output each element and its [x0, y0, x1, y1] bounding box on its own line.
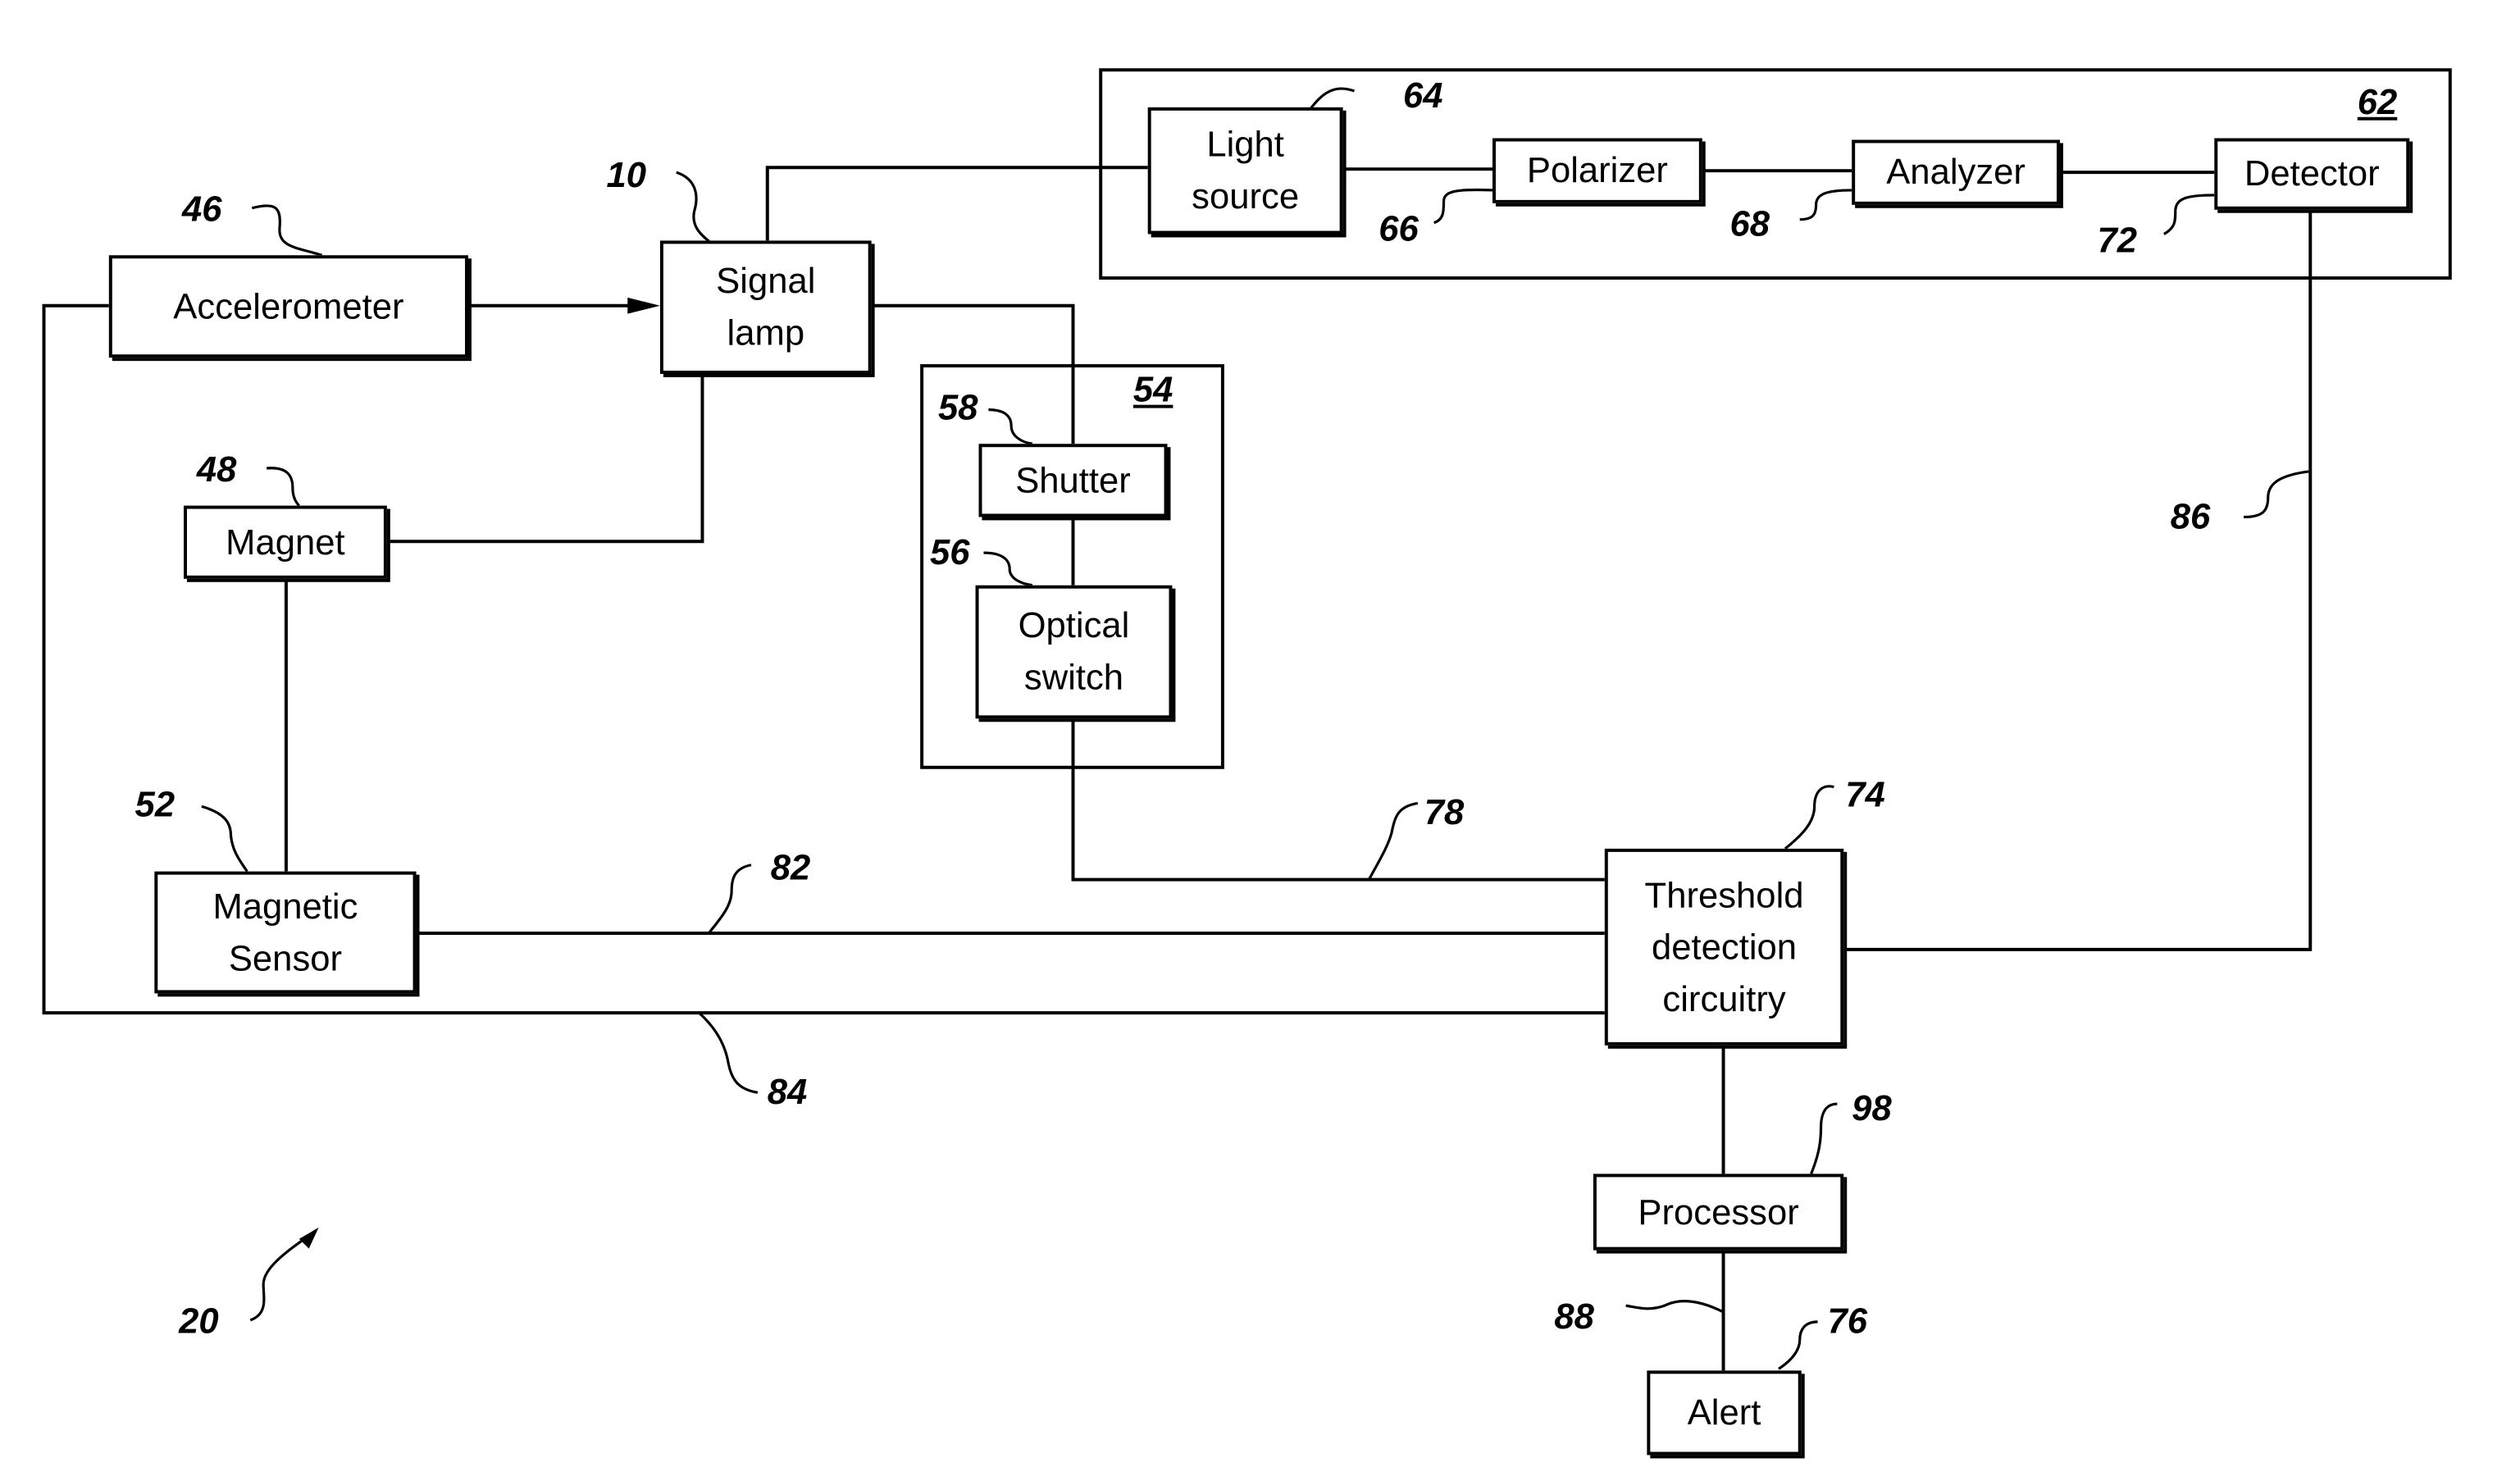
ref-68: 68 [1729, 203, 1770, 244]
leader-58 [988, 408, 1033, 445]
leader-64 [1309, 87, 1356, 110]
leader-82 [708, 864, 752, 934]
ref-74: 74 [1845, 773, 1885, 815]
threshold-line2: detection [1652, 926, 1798, 967]
magnet-block[interactable]: Magnet [184, 505, 387, 579]
leader-88 [1625, 1300, 1725, 1314]
leader-98 [1810, 1102, 1838, 1175]
alert-label: Alert [1687, 1392, 1761, 1433]
light-source-line1: Light [1206, 123, 1284, 165]
analyzer-block[interactable]: Analyzer [1852, 139, 2060, 205]
alert-block[interactable]: Alert [1647, 1370, 1802, 1456]
optical-switch-line1: Optical [1018, 604, 1130, 646]
ref-54: 54 [1132, 369, 1173, 410]
magnetic-sensor-block[interactable]: Magnetic Sensor [154, 871, 417, 994]
figure-number: 20 [179, 1301, 219, 1342]
leader-48 [267, 467, 300, 507]
ref-62: 62 [2357, 81, 2398, 122]
polarizer-label: Polarizer [1526, 149, 1668, 190]
shutter-label: Shutter [1015, 459, 1131, 500]
leader-72 [2163, 194, 2215, 235]
ref-66: 66 [1378, 207, 1419, 249]
ref-46: 46 [182, 188, 222, 230]
ref-48: 48 [196, 449, 237, 490]
leader-84 [698, 1011, 759, 1094]
leader-76 [1778, 1320, 1818, 1370]
detector-label: Detector [2244, 153, 2380, 194]
ref-64: 64 [1402, 75, 1443, 116]
wire-optical-switch-threshold [1071, 718, 1605, 882]
magnetic-sensor-line1: Magnetic [212, 885, 358, 927]
figure-arrow [249, 1234, 310, 1322]
leader-86 [2243, 470, 2309, 519]
wire-detector-threshold [1843, 209, 2313, 951]
leader-56 [983, 551, 1033, 587]
magnetic-sensor-label: Magnetic Sensor [212, 881, 358, 985]
ref-72: 72 [2097, 219, 2138, 261]
ref-88: 88 [1554, 1296, 1594, 1337]
ref-58: 58 [937, 386, 978, 428]
block-diagram: Accelerometer Signal lamp Magnet Magnetic… [0, 0, 2520, 1481]
processor-block[interactable]: Processor [1593, 1173, 1844, 1251]
shutter-block[interactable]: Shutter [978, 444, 1168, 517]
ref-84: 84 [767, 1071, 808, 1113]
analyzer-label: Analyzer [1886, 151, 2026, 192]
accelerometer-label: Accelerometer [173, 285, 404, 326]
light-source-line2: source [1192, 175, 1300, 216]
leader-52 [201, 804, 248, 873]
threshold-detection-block[interactable]: Threshold detection circuitry [1604, 848, 1844, 1046]
figure-arrowhead-icon [298, 1227, 319, 1249]
optical-switch-block[interactable]: Optical switch [975, 585, 1173, 719]
signal-lamp-block[interactable]: Signal lamp [659, 240, 872, 374]
polarizer-block[interactable]: Polarizer [1492, 138, 1702, 203]
detector-block[interactable]: Detector [2214, 138, 2410, 210]
leader-78 [1367, 801, 1419, 881]
processor-label: Processor [1638, 1191, 1799, 1232]
threshold-line3: circuitry [1662, 977, 1786, 1019]
magnetic-sensor-line2: Sensor [228, 936, 343, 978]
ref-86: 86 [2170, 495, 2211, 537]
accelerometer-block[interactable]: Accelerometer [108, 255, 468, 358]
ref-98: 98 [1852, 1087, 1892, 1128]
light-source-label: Light source [1192, 119, 1299, 223]
threshold-line1: Threshold [1644, 873, 1804, 915]
ref-56: 56 [930, 531, 970, 572]
leader-10 [676, 171, 713, 245]
optical-switch-label: Optical switch [1018, 600, 1130, 704]
ref-82: 82 [770, 846, 811, 888]
signal-lamp-line1: Signal [716, 260, 816, 301]
leader-74 [1784, 785, 1834, 850]
wire-magnet-signal-lamp [386, 373, 704, 544]
light-source-block[interactable]: Light source [1147, 107, 1343, 235]
wire-signal-lamp-light-source [765, 166, 1148, 241]
ref-10: 10 [606, 154, 647, 195]
ref-52: 52 [134, 783, 175, 825]
signal-lamp-label: Signal lamp [716, 255, 815, 359]
leader-46 [251, 204, 323, 257]
threshold-detection-label: Threshold detection circuitry [1645, 869, 1804, 1025]
signal-lamp-line2: lamp [727, 312, 805, 353]
magnet-label: Magnet [226, 521, 345, 562]
arrowhead-icon [627, 297, 660, 314]
leader-68 [1799, 189, 1852, 221]
optical-switch-line2: switch [1023, 656, 1124, 698]
ref-78: 78 [1424, 791, 1465, 833]
leader-66 [1433, 188, 1493, 225]
ref-76: 76 [1827, 1301, 1867, 1342]
